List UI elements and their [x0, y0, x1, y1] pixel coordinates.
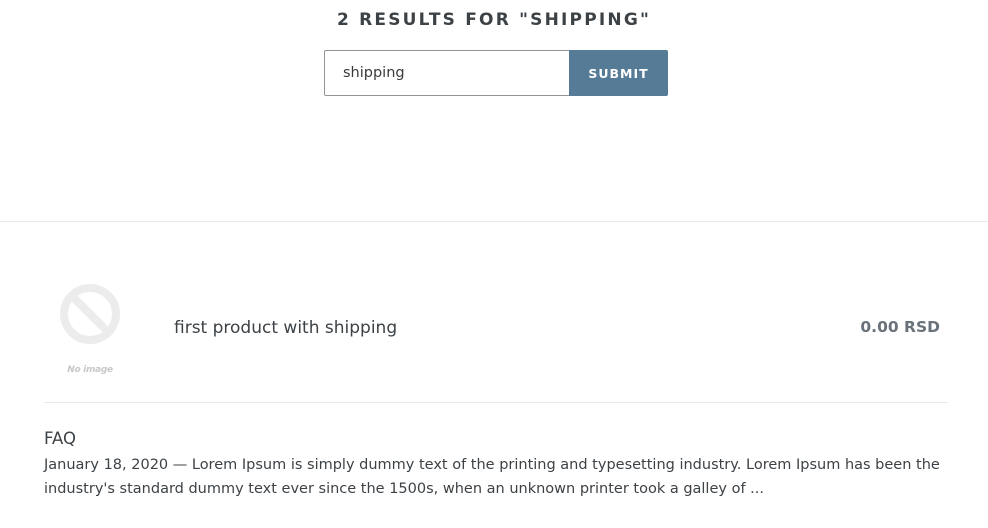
- search-input[interactable]: [324, 50, 569, 96]
- product-thumbnail[interactable]: No image: [54, 282, 126, 375]
- submit-button[interactable]: SUBMIT: [569, 50, 668, 96]
- search-results-page: 2 RESULTS FOR "SHIPPING" SUBMIT No image…: [0, 0, 988, 528]
- article-title-link[interactable]: FAQ: [44, 428, 954, 450]
- product-price: 0.00 RSD: [860, 318, 940, 336]
- article-result: FAQ January 18, 2020 — Lorem Ipsum is si…: [44, 428, 954, 501]
- product-title-link[interactable]: first product with shipping: [174, 318, 397, 338]
- section-divider: [0, 221, 988, 222]
- no-image-label: No image: [67, 365, 113, 375]
- article-excerpt: January 18, 2020 — Lorem Ipsum is simply…: [44, 457, 940, 497]
- product-result[interactable]: No image first product with shipping 0.0…: [44, 270, 948, 380]
- result-divider: [44, 402, 948, 403]
- search-form: SUBMIT: [324, 50, 668, 96]
- no-image-icon: [60, 284, 120, 344]
- page-title: 2 RESULTS FOR "SHIPPING": [336, 10, 652, 30]
